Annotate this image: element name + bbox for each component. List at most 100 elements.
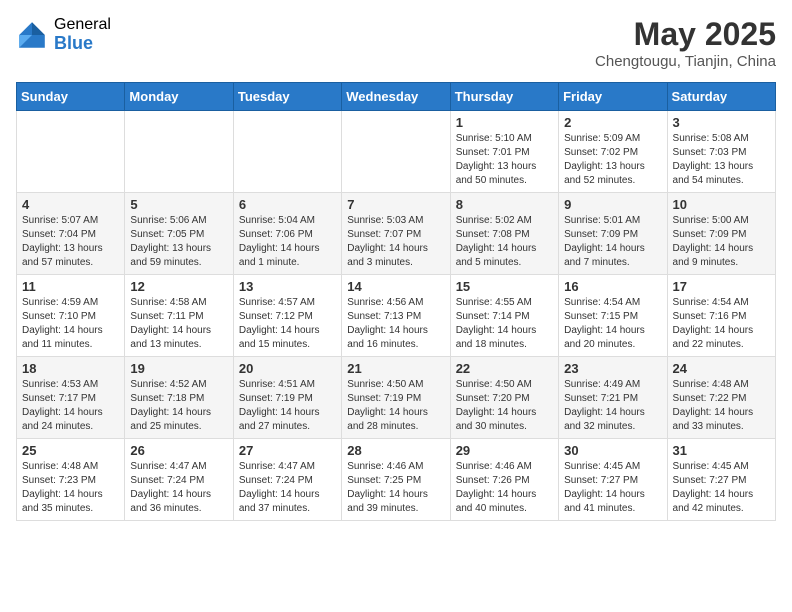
- day-info: Sunrise: 4:47 AM Sunset: 7:24 PM Dayligh…: [130, 460, 227, 516]
- day-number: 25: [22, 443, 119, 458]
- weekday-header: Saturday: [667, 83, 775, 111]
- calendar-cell: 29Sunrise: 4:46 AM Sunset: 7:26 PM Dayli…: [450, 439, 558, 521]
- calendar-cell: 31Sunrise: 4:45 AM Sunset: 7:27 PM Dayli…: [667, 439, 775, 521]
- day-info: Sunrise: 4:49 AM Sunset: 7:21 PM Dayligh…: [564, 378, 661, 434]
- day-info: Sunrise: 4:50 AM Sunset: 7:19 PM Dayligh…: [347, 378, 444, 434]
- calendar-cell: [342, 111, 450, 193]
- day-info: Sunrise: 5:02 AM Sunset: 7:08 PM Dayligh…: [456, 214, 553, 270]
- day-info: Sunrise: 5:07 AM Sunset: 7:04 PM Dayligh…: [22, 214, 119, 270]
- weekday-header: Monday: [125, 83, 233, 111]
- calendar-week-row: 1Sunrise: 5:10 AM Sunset: 7:01 PM Daylig…: [17, 111, 776, 193]
- page-header: General Blue May 2025 Chengtougu, Tianji…: [16, 16, 776, 70]
- calendar-cell: 28Sunrise: 4:46 AM Sunset: 7:25 PM Dayli…: [342, 439, 450, 521]
- calendar-cell: 13Sunrise: 4:57 AM Sunset: 7:12 PM Dayli…: [233, 275, 341, 357]
- weekday-header: Tuesday: [233, 83, 341, 111]
- day-number: 12: [130, 279, 227, 294]
- day-number: 14: [347, 279, 444, 294]
- day-number: 28: [347, 443, 444, 458]
- calendar-subtitle: Chengtougu, Tianjin, China: [595, 53, 776, 70]
- day-number: 24: [673, 361, 770, 376]
- weekday-header-row: SundayMondayTuesdayWednesdayThursdayFrid…: [17, 83, 776, 111]
- calendar-week-row: 18Sunrise: 4:53 AM Sunset: 7:17 PM Dayli…: [17, 357, 776, 439]
- day-number: 15: [456, 279, 553, 294]
- day-info: Sunrise: 4:51 AM Sunset: 7:19 PM Dayligh…: [239, 378, 336, 434]
- day-info: Sunrise: 4:54 AM Sunset: 7:15 PM Dayligh…: [564, 296, 661, 352]
- day-info: Sunrise: 5:00 AM Sunset: 7:09 PM Dayligh…: [673, 214, 770, 270]
- day-number: 13: [239, 279, 336, 294]
- day-info: Sunrise: 4:47 AM Sunset: 7:24 PM Dayligh…: [239, 460, 336, 516]
- day-number: 5: [130, 197, 227, 212]
- day-number: 7: [347, 197, 444, 212]
- day-info: Sunrise: 4:48 AM Sunset: 7:23 PM Dayligh…: [22, 460, 119, 516]
- calendar-cell: 11 Sunrise: 4:59 AM Sunset: 7:10 PM Dayli…: [17, 275, 125, 357]
- calendar-cell: 15 Sunrise: 4:55 AM Sunset: 7:14 PM Dayli…: [450, 275, 558, 357]
- calendar-cell: 2Sunrise: 5:09 AM Sunset: 7:02 PM Daylig…: [559, 111, 667, 193]
- weekday-header: Wednesday: [342, 83, 450, 111]
- day-info: Sunrise: 4:45 AM Sunset: 7:27 PM Dayligh…: [673, 460, 770, 516]
- day-number: 27: [239, 443, 336, 458]
- calendar-cell: 26 Sunrise: 4:47 AM Sunset: 7:24 PM Dayli…: [125, 439, 233, 521]
- day-info: Sunrise: 4:58 AM Sunset: 7:11 PM Dayligh…: [130, 296, 227, 352]
- calendar-cell: [17, 111, 125, 193]
- calendar-week-row: 11 Sunrise: 4:59 AM Sunset: 7:10 PM Dayli…: [17, 275, 776, 357]
- day-number: 21: [347, 361, 444, 376]
- day-number: 30: [564, 443, 661, 458]
- day-info: Sunrise: 5:09 AM Sunset: 7:02 PM Dayligh…: [564, 132, 661, 188]
- calendar-cell: 3Sunrise: 5:08 AM Sunset: 7:03 PM Daylig…: [667, 111, 775, 193]
- day-number: 11: [22, 279, 119, 294]
- day-info: Sunrise: 4:52 AM Sunset: 7:18 PM Dayligh…: [130, 378, 227, 434]
- day-number: 20: [239, 361, 336, 376]
- weekday-header: Friday: [559, 83, 667, 111]
- calendar-cell: 25 Sunrise: 4:48 AM Sunset: 7:23 PM Dayli…: [17, 439, 125, 521]
- day-number: 4: [22, 197, 119, 212]
- calendar-cell: 6 Sunrise: 5:04 AM Sunset: 7:06 PM Daylig…: [233, 193, 341, 275]
- calendar-cell: [125, 111, 233, 193]
- day-number: 17: [673, 279, 770, 294]
- weekday-header: Thursday: [450, 83, 558, 111]
- day-number: 18: [22, 361, 119, 376]
- calendar-cell: 8 Sunrise: 5:02 AM Sunset: 7:08 PM Daylig…: [450, 193, 558, 275]
- logo-text: General Blue: [54, 16, 111, 53]
- calendar-cell: 7Sunrise: 5:03 AM Sunset: 7:07 PM Daylig…: [342, 193, 450, 275]
- weekday-header: Sunday: [17, 83, 125, 111]
- calendar-cell: 18Sunrise: 4:53 AM Sunset: 7:17 PM Dayli…: [17, 357, 125, 439]
- day-number: 6: [239, 197, 336, 212]
- day-info: Sunrise: 4:50 AM Sunset: 7:20 PM Dayligh…: [456, 378, 553, 434]
- calendar-cell: 9Sunrise: 5:01 AM Sunset: 7:09 PM Daylig…: [559, 193, 667, 275]
- calendar-cell: [233, 111, 341, 193]
- calendar-cell: 22 Sunrise: 4:50 AM Sunset: 7:20 PM Dayli…: [450, 357, 558, 439]
- calendar-cell: 27 Sunrise: 4:47 AM Sunset: 7:24 PM Dayli…: [233, 439, 341, 521]
- calendar-cell: 19 Sunrise: 4:52 AM Sunset: 7:18 PM Dayli…: [125, 357, 233, 439]
- logo-general: General: [54, 16, 111, 34]
- day-info: Sunrise: 4:59 AM Sunset: 7:10 PM Dayligh…: [22, 296, 119, 352]
- day-info: Sunrise: 5:01 AM Sunset: 7:09 PM Dayligh…: [564, 214, 661, 270]
- day-info: Sunrise: 4:56 AM Sunset: 7:13 PM Dayligh…: [347, 296, 444, 352]
- day-number: 1: [456, 115, 553, 130]
- day-info: Sunrise: 4:45 AM Sunset: 7:27 PM Dayligh…: [564, 460, 661, 516]
- day-number: 19: [130, 361, 227, 376]
- calendar-cell: 17 Sunrise: 4:54 AM Sunset: 7:16 PM Dayli…: [667, 275, 775, 357]
- day-number: 16: [564, 279, 661, 294]
- title-block: May 2025 Chengtougu, Tianjin, China: [595, 16, 776, 70]
- calendar-cell: 30 Sunrise: 4:45 AM Sunset: 7:27 PM Dayli…: [559, 439, 667, 521]
- calendar-cell: 14 Sunrise: 4:56 AM Sunset: 7:13 PM Dayli…: [342, 275, 450, 357]
- day-number: 10: [673, 197, 770, 212]
- day-info: Sunrise: 4:55 AM Sunset: 7:14 PM Dayligh…: [456, 296, 553, 352]
- day-info: Sunrise: 4:46 AM Sunset: 7:26 PM Dayligh…: [456, 460, 553, 516]
- calendar-cell: 5Sunrise: 5:06 AM Sunset: 7:05 PM Daylig…: [125, 193, 233, 275]
- calendar-cell: 10 Sunrise: 5:00 AM Sunset: 7:09 PM Dayli…: [667, 193, 775, 275]
- calendar-cell: 21 Sunrise: 4:50 AM Sunset: 7:19 PM Dayli…: [342, 357, 450, 439]
- calendar-week-row: 25 Sunrise: 4:48 AM Sunset: 7:23 PM Dayli…: [17, 439, 776, 521]
- day-number: 26: [130, 443, 227, 458]
- calendar-week-row: 4 Sunrise: 5:07 AM Sunset: 7:04 PM Daylig…: [17, 193, 776, 275]
- logo: General Blue: [16, 16, 111, 53]
- calendar-table: SundayMondayTuesdayWednesdayThursdayFrid…: [16, 82, 776, 521]
- calendar-cell: 1Sunrise: 5:10 AM Sunset: 7:01 PM Daylig…: [450, 111, 558, 193]
- day-info: Sunrise: 4:54 AM Sunset: 7:16 PM Dayligh…: [673, 296, 770, 352]
- day-info: Sunrise: 4:48 AM Sunset: 7:22 PM Dayligh…: [673, 378, 770, 434]
- calendar-cell: 20 Sunrise: 4:51 AM Sunset: 7:19 PM Dayli…: [233, 357, 341, 439]
- day-number: 22: [456, 361, 553, 376]
- calendar-cell: 16 Sunrise: 4:54 AM Sunset: 7:15 PM Dayli…: [559, 275, 667, 357]
- day-info: Sunrise: 5:04 AM Sunset: 7:06 PM Dayligh…: [239, 214, 336, 270]
- day-number: 8: [456, 197, 553, 212]
